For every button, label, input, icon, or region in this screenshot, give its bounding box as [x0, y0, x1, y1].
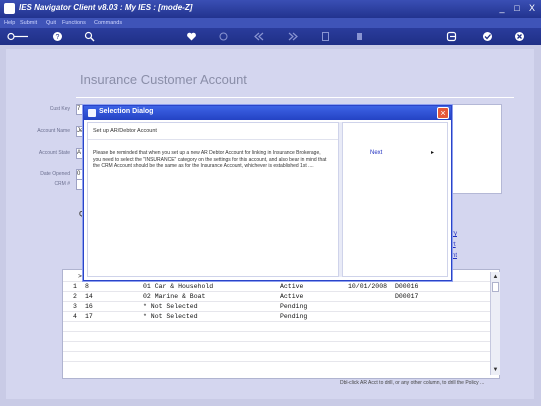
trash-icon[interactable]: [354, 31, 365, 42]
check-icon[interactable]: [482, 31, 493, 42]
help-icon[interactable]: ?: [52, 31, 63, 42]
field-label-date-opened: Date Opened: [40, 171, 70, 177]
dialog-body: Set up AR/Debtor Account Please be remin…: [87, 122, 448, 277]
dialog-heading: Set up AR/Debtor Account: [93, 128, 157, 134]
page-title: Insurance Customer Account: [80, 72, 247, 87]
row-number: 3: [73, 303, 77, 310]
cell-status[interactable]: Active: [280, 282, 303, 291]
cell-status[interactable]: Active: [280, 292, 303, 301]
menu-commands[interactable]: Commands: [94, 18, 122, 28]
table-row[interactable]: 1 8 01 Car & Household Active 10/01/2008…: [63, 282, 493, 291]
table-row[interactable]: 3 16 * Not Selected Pending: [63, 302, 493, 311]
title-divider: [76, 97, 514, 98]
close-icon[interactable]: [514, 31, 525, 42]
scroll-down-icon[interactable]: ▼: [491, 366, 500, 374]
cell-ar-acct[interactable]: 14: [85, 292, 93, 301]
toolbar: ?: [0, 28, 541, 45]
dialog-close-button[interactable]: ×: [437, 107, 449, 119]
cell-ar-acct[interactable]: 8: [85, 282, 89, 291]
heart-icon[interactable]: [186, 31, 197, 42]
link-query[interactable]: ry: [452, 231, 457, 237]
cell-status[interactable]: Pending: [280, 312, 307, 321]
scroll-thumb[interactable]: [492, 282, 499, 292]
exit-icon[interactable]: [446, 31, 457, 42]
refresh-icon[interactable]: [218, 31, 229, 42]
status-text: Dbl-click AR Acct to drill, or any other…: [340, 380, 485, 386]
field-label-cust-key: Cust Key: [49, 106, 70, 112]
grid-divider: [63, 361, 493, 362]
grid-divider: [63, 351, 493, 352]
dialog-title-bar[interactable]: Selection Dialog ×: [84, 106, 451, 120]
svg-text:?: ?: [56, 34, 60, 41]
cell-description[interactable]: * Not Selected: [143, 302, 198, 311]
next-button[interactable]: Next: [370, 150, 382, 156]
document-icon[interactable]: [320, 31, 331, 42]
dialog-action-panel: Next ▸: [342, 122, 448, 277]
title-bar: IES Navigator Client v8.03 : My IES : [m…: [0, 0, 541, 18]
row-number: 1: [73, 283, 77, 290]
menu-bar: Help Submit Quit Functions Commands: [0, 18, 541, 28]
table-row[interactable]: 4 17 * Not Selected Pending: [63, 312, 493, 321]
grid-header-marker: >: [78, 273, 82, 280]
app-window: IES Navigator Client v8.03 : My IES : [m…: [0, 0, 541, 406]
grid-divider: [63, 341, 493, 342]
cell-description[interactable]: * Not Selected: [143, 312, 198, 321]
rewind-icon[interactable]: [252, 31, 266, 42]
cell-description[interactable]: 01 Car & Household: [143, 282, 213, 291]
search-icon[interactable]: [84, 31, 95, 42]
row-number: 4: [73, 313, 77, 320]
cell-status[interactable]: Pending: [280, 302, 307, 311]
cell-ar-acct[interactable]: 17: [85, 312, 93, 321]
policy-grid[interactable]: > 1 8 01 Car & Household Active 10/01/20…: [62, 269, 500, 379]
next-arrow-icon[interactable]: ▸: [431, 149, 434, 156]
app-logo-icon: [4, 3, 15, 14]
table-row[interactable]: 2 14 02 Marine & Boat Active D00017: [63, 292, 493, 301]
minimize-button[interactable]: _: [496, 3, 508, 14]
grid-divider: [63, 331, 493, 332]
back-key-icon[interactable]: [6, 31, 30, 42]
close-window-button[interactable]: X: [526, 3, 538, 14]
maximize-button[interactable]: □: [511, 3, 523, 14]
dialog-title: Selection Dialog: [99, 108, 154, 115]
cell-code[interactable]: D00016: [395, 282, 418, 291]
link-account[interactable]: nt: [452, 253, 457, 259]
grid-divider: [63, 321, 493, 322]
forward-icon[interactable]: [286, 31, 300, 42]
field-label-crm: CRM #: [54, 181, 70, 187]
menu-help[interactable]: Help: [4, 18, 15, 28]
cell-date[interactable]: 10/01/2008: [348, 282, 387, 291]
row-number: 2: [73, 293, 77, 300]
cell-code[interactable]: D00017: [395, 292, 418, 301]
cell-ar-acct[interactable]: 16: [85, 302, 93, 311]
dialog-window-icon: [88, 109, 96, 117]
dialog-message: Please be reminded that when you set up …: [93, 150, 327, 169]
field-label-account-state: Account State: [38, 150, 70, 156]
menu-quit[interactable]: Quit: [46, 18, 56, 28]
selection-dialog: Selection Dialog × Set up AR/Debtor Acco…: [83, 105, 452, 281]
field-label-account-name: Account Name: [37, 128, 70, 134]
grid-vertical-scrollbar[interactable]: ▲ ▼: [490, 272, 500, 375]
dialog-message-panel: Set up AR/Debtor Account Please be remin…: [87, 122, 339, 277]
menu-submit[interactable]: Submit: [20, 18, 37, 28]
dialog-heading-divider: [88, 139, 338, 140]
menu-functions[interactable]: Functions: [62, 18, 86, 28]
link-report[interactable]: rt: [452, 242, 456, 248]
cell-description[interactable]: 02 Marine & Boat: [143, 292, 205, 301]
notes-panel[interactable]: [448, 104, 502, 194]
window-title: IES Navigator Client v8.03 : My IES : [m…: [19, 3, 193, 12]
scroll-up-icon[interactable]: ▲: [491, 273, 500, 281]
